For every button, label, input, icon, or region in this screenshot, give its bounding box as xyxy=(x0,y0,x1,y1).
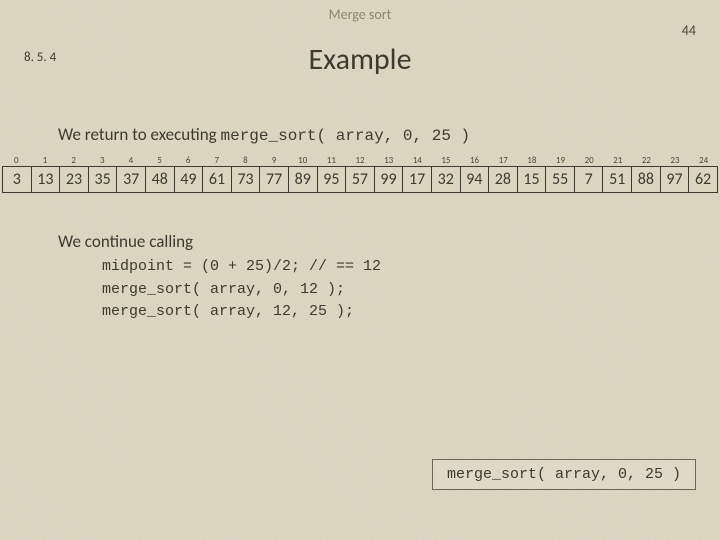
index-cell: 10 xyxy=(288,155,317,166)
value-cell: 88 xyxy=(632,166,661,193)
value-cell: 51 xyxy=(603,166,632,193)
index-cell: 1 xyxy=(31,155,60,166)
page-title: Example xyxy=(0,41,720,78)
index-cell: 8 xyxy=(231,155,260,166)
value-cell: 94 xyxy=(461,166,490,193)
value-cell: 48 xyxy=(146,166,175,193)
value-cell: 99 xyxy=(375,166,404,193)
index-cell: 21 xyxy=(603,155,632,166)
index-cell: 2 xyxy=(59,155,88,166)
index-cell: 9 xyxy=(260,155,289,166)
header-topic: Merge sort xyxy=(0,0,720,23)
value-cell: 57 xyxy=(346,166,375,193)
index-cell: 24 xyxy=(689,155,718,166)
index-cell: 23 xyxy=(661,155,690,166)
intro-code: merge_sort( array, 0, 25 ) xyxy=(220,127,470,145)
index-cell: 12 xyxy=(346,155,375,166)
index-cell: 3 xyxy=(88,155,117,166)
continue-text: We continue calling xyxy=(58,231,720,252)
index-cell: 7 xyxy=(202,155,231,166)
intro-prefix: We return to executing xyxy=(58,124,220,145)
index-cell: 16 xyxy=(460,155,489,166)
index-cell: 11 xyxy=(317,155,346,166)
value-cell: 15 xyxy=(518,166,547,193)
value-cell: 35 xyxy=(89,166,118,193)
index-cell: 20 xyxy=(575,155,604,166)
index-cell: 4 xyxy=(117,155,146,166)
index-cell: 14 xyxy=(403,155,432,166)
value-cell: 97 xyxy=(661,166,690,193)
index-row: 0123456789101112131415161718192021222324 xyxy=(2,155,718,166)
call-frame: merge_sort( array, 0, 25 ) xyxy=(432,459,696,490)
index-cell: 18 xyxy=(518,155,547,166)
index-cell: 13 xyxy=(374,155,403,166)
value-cell: 77 xyxy=(260,166,289,193)
value-cell: 32 xyxy=(432,166,461,193)
value-cell: 7 xyxy=(575,166,604,193)
value-row: 3132335374849617377899557991732942815557… xyxy=(2,166,718,193)
index-cell: 0 xyxy=(2,155,31,166)
code-block: midpoint = (0 + 25)/2; // == 12 merge_so… xyxy=(102,256,720,324)
value-cell: 28 xyxy=(489,166,518,193)
index-cell: 5 xyxy=(145,155,174,166)
intro-line: We return to executing merge_sort( array… xyxy=(58,124,720,145)
value-cell: 89 xyxy=(289,166,318,193)
value-cell: 23 xyxy=(60,166,89,193)
value-cell: 17 xyxy=(403,166,432,193)
array-visual: 0123456789101112131415161718192021222324… xyxy=(2,155,718,193)
value-cell: 55 xyxy=(546,166,575,193)
value-cell: 62 xyxy=(689,166,718,193)
index-cell: 19 xyxy=(546,155,575,166)
index-cell: 17 xyxy=(489,155,518,166)
index-cell: 6 xyxy=(174,155,203,166)
index-cell: 22 xyxy=(632,155,661,166)
value-cell: 95 xyxy=(318,166,347,193)
index-cell: 15 xyxy=(432,155,461,166)
value-cell: 49 xyxy=(175,166,204,193)
value-cell: 3 xyxy=(3,166,32,193)
section-number: 8. 5. 4 xyxy=(24,50,56,65)
value-cell: 37 xyxy=(117,166,146,193)
slide-number: 44 xyxy=(682,22,696,39)
value-cell: 61 xyxy=(203,166,232,193)
value-cell: 73 xyxy=(232,166,261,193)
value-cell: 13 xyxy=(32,166,61,193)
